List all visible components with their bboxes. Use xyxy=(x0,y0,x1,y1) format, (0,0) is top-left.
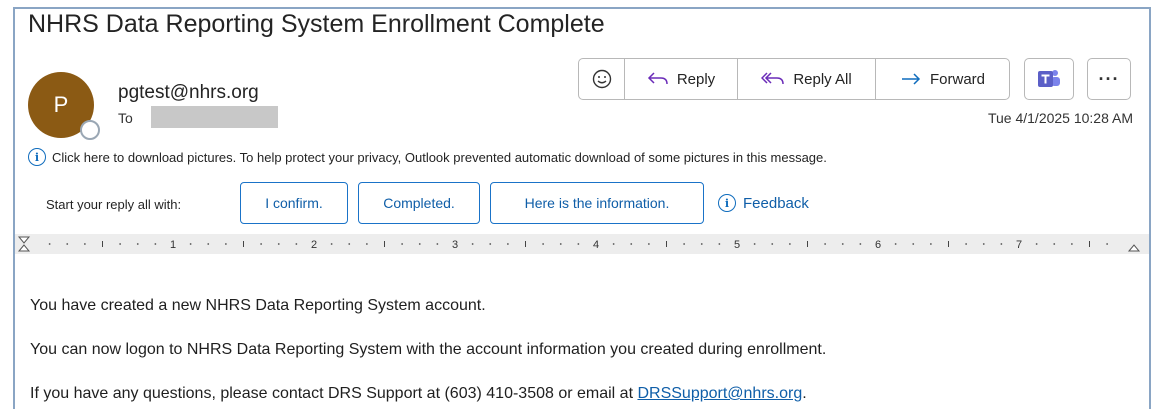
recipient-redacted xyxy=(151,106,278,128)
ruler-dot xyxy=(859,243,862,245)
ruler-dot xyxy=(207,243,210,245)
suggested-reply-information[interactable]: Here is the information. xyxy=(490,182,704,224)
avatar-initial: P xyxy=(53,92,69,117)
right-indent-marker xyxy=(1127,244,1141,252)
suggested-replies-label: Start your reply all with: xyxy=(46,197,182,212)
ruler-number: 3 xyxy=(452,239,458,251)
forward-button[interactable]: Forward xyxy=(876,59,1009,99)
presence-status-icon xyxy=(80,120,100,140)
ruler-number: 7 xyxy=(1016,239,1022,251)
ruler-dot xyxy=(295,243,298,245)
ruler-dot xyxy=(348,243,351,245)
ruler-dot xyxy=(718,243,721,245)
ruler-dot xyxy=(365,243,368,245)
ruler-dot xyxy=(577,243,580,245)
reply-all-label: Reply All xyxy=(793,70,852,88)
ruler-number: 6 xyxy=(875,239,881,251)
info-icon: i xyxy=(28,148,46,166)
ruler-dot xyxy=(753,243,756,245)
suggested-reply-confirm[interactable]: I confirm. xyxy=(240,182,348,224)
ruler-dot xyxy=(824,243,827,245)
ruler-dot xyxy=(683,243,686,245)
ruler-dot xyxy=(929,243,932,245)
body-paragraph-3-text: If you have any questions, please contac… xyxy=(30,385,638,402)
ruler-dot xyxy=(700,243,703,245)
ruler-dot xyxy=(1106,243,1109,245)
ruler-dot xyxy=(1053,243,1056,245)
reply-all-button[interactable]: Reply All xyxy=(738,59,876,99)
ruler-dot xyxy=(418,243,421,245)
ruler-number: 1 xyxy=(170,239,176,251)
reply-arrow-icon xyxy=(647,72,668,85)
ruler-dot xyxy=(841,243,844,245)
ruler-number: 2 xyxy=(311,239,317,251)
feedback-info-icon: i xyxy=(718,194,736,212)
smiley-icon xyxy=(592,69,611,89)
forward-label: Forward xyxy=(929,70,985,88)
ruler-dot xyxy=(647,243,650,245)
teams-chat-button[interactable] xyxy=(1024,58,1074,100)
document-ruler: 1 2 3 4 5 6 7 xyxy=(15,234,1149,254)
ruler-dot xyxy=(630,243,633,245)
ruler-dot xyxy=(224,243,227,245)
body-paragraph-3-end: . xyxy=(802,385,807,402)
first-line-indent-marker xyxy=(17,236,31,244)
more-actions-button[interactable]: ··· xyxy=(1087,58,1131,100)
ruler-dot xyxy=(260,243,263,245)
ruler-dot xyxy=(612,243,615,245)
ruler-dot xyxy=(401,243,404,245)
ruler-dot xyxy=(912,243,915,245)
ruler-dot xyxy=(277,243,280,245)
ruler-dot xyxy=(83,243,86,245)
body-paragraph-3: If you have any questions, please contac… xyxy=(30,385,807,403)
reaction-button[interactable] xyxy=(579,59,625,99)
ruler-dot xyxy=(506,243,509,245)
feedback-label: Feedback xyxy=(743,194,809,212)
ruler-dot xyxy=(894,243,897,245)
reply-button[interactable]: Reply xyxy=(625,59,738,99)
ruler-dot xyxy=(119,243,122,245)
infobar-message: Click here to download pictures. To help… xyxy=(52,149,827,165)
ruler-dot xyxy=(471,243,474,245)
body-paragraph-2: You can now logon to NHRS Data Reporting… xyxy=(30,341,827,358)
sender-address[interactable]: pgtest@nhrs.org xyxy=(118,82,259,104)
feedback-link[interactable]: i Feedback xyxy=(718,194,809,212)
reply-label: Reply xyxy=(676,70,716,88)
ruler-dot xyxy=(965,243,968,245)
ruler-dot xyxy=(330,243,333,245)
ruler-dot xyxy=(1070,243,1073,245)
email-subject: NHRS Data Reporting System Enrollment Co… xyxy=(28,10,605,38)
message-action-group: Reply Reply All Forward xyxy=(578,58,1010,100)
ruler-dot xyxy=(136,243,139,245)
ruler-dot xyxy=(436,243,439,245)
ruler-dot xyxy=(66,243,69,245)
suggested-reply-completed[interactable]: Completed. xyxy=(358,182,480,224)
reply-all-arrow-icon xyxy=(761,72,785,85)
received-timestamp: Tue 4/1/2025 10:28 AM xyxy=(987,110,1133,126)
ruler-number: 4 xyxy=(593,239,599,251)
ruler-dot xyxy=(189,243,192,245)
ruler-number: 5 xyxy=(734,239,740,251)
ruler-dot xyxy=(154,243,157,245)
ruler-scale: 1 2 3 4 5 6 7 xyxy=(17,236,1141,252)
support-email-link[interactable]: DRSSupport@nhrs.org xyxy=(637,385,802,402)
download-pictures-infobar[interactable]: i Click here to download pictures. To he… xyxy=(28,148,827,166)
forward-arrow-icon xyxy=(901,73,921,85)
to-label: To xyxy=(118,110,133,126)
teams-icon xyxy=(1038,70,1060,87)
ruler-dot xyxy=(982,243,985,245)
ruler-dot xyxy=(542,243,545,245)
ruler-dot xyxy=(771,243,774,245)
ruler-dot xyxy=(788,243,791,245)
ruler-dot xyxy=(48,243,51,245)
hanging-indent-marker xyxy=(17,244,31,252)
body-paragraph-1: You have created a new NHRS Data Reporti… xyxy=(30,297,486,314)
ruler-dot xyxy=(1035,243,1038,245)
ruler-dot xyxy=(489,243,492,245)
ruler-dot xyxy=(1000,243,1003,245)
ruler-dot xyxy=(559,243,562,245)
